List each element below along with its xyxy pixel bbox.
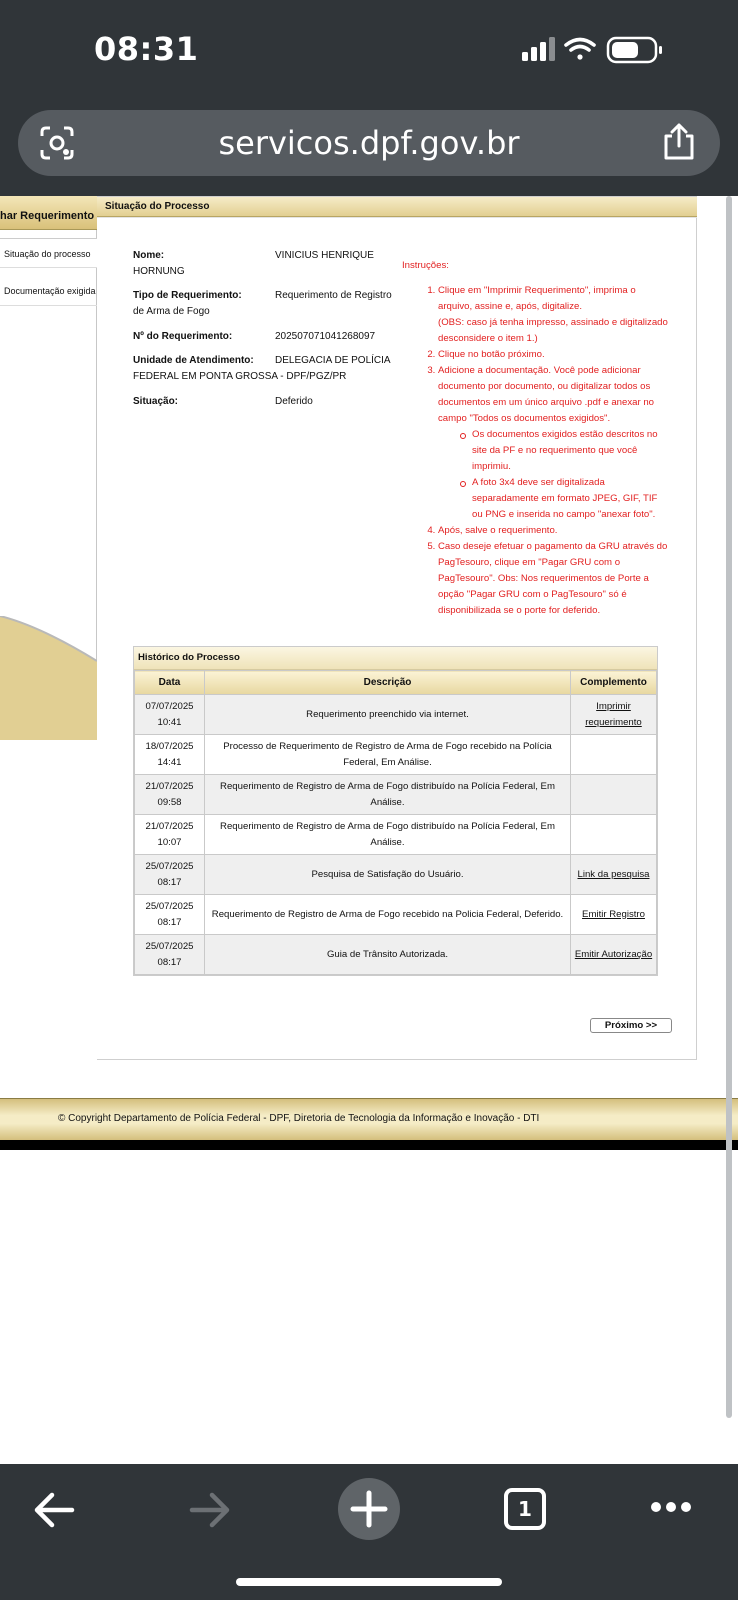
instructions: Instruções: Clique em "Imprimir Requerim… xyxy=(402,258,670,619)
home-indicator xyxy=(236,1578,502,1586)
link-da-pesquisa[interactable]: Link da pesquisa xyxy=(570,854,657,895)
row-complement xyxy=(570,814,657,855)
row-description: Requerimento preenchido via internet. xyxy=(204,694,571,735)
main-header: Situação do Processo xyxy=(97,197,697,217)
share-icon[interactable] xyxy=(660,122,698,162)
nome-label: Nome: xyxy=(133,250,165,261)
sidebar-item-documentacao[interactable]: Documentação exigida xyxy=(0,276,97,306)
unidade-value-cont: FEDERAL EM PONTA GROSSA - DPF/PGZ/PR xyxy=(133,371,347,382)
row-complement xyxy=(570,734,657,775)
row-description: Requerimento de Registro de Arma de Fogo… xyxy=(204,774,571,815)
numero-value: 202507071041268097 xyxy=(275,331,376,342)
sidebar-item-situacao[interactable]: Situação do processo xyxy=(0,238,97,268)
situacao-value: Deferido xyxy=(275,396,313,407)
page-end-bar xyxy=(0,1140,738,1150)
instruction-step: Adicione a documentação. Você pode adici… xyxy=(438,363,670,523)
table-row: 25/07/2025 08:17 Requerimento de Registr… xyxy=(134,894,657,935)
status-time: 08:31 xyxy=(94,30,199,68)
sidebar-decoration xyxy=(0,616,97,740)
footer-copyright: © Copyright Departamento de Polícia Fede… xyxy=(58,1113,540,1124)
situacao-label: Situação: xyxy=(133,396,179,407)
table-row: 07/07/2025 10:41 Requerimento preenchido… xyxy=(134,694,657,735)
row-description: Requerimento de Registro de Arma de Fogo… xyxy=(204,894,571,935)
wifi-icon xyxy=(564,37,596,60)
row-date: 21/07/2025 10:07 xyxy=(134,814,205,855)
row-date: 18/07/2025 14:41 xyxy=(134,734,205,775)
row-description: Requerimento de Registro de Arma de Fogo… xyxy=(204,814,571,855)
instructions-title: Instruções: xyxy=(402,260,449,271)
row-date: 25/07/2025 08:17 xyxy=(134,934,205,975)
col-header-description: Descrição xyxy=(204,670,571,695)
table-row: 25/07/2025 08:17 Pesquisa de Satisfação … xyxy=(134,854,657,895)
tipo-value-cont: de Arma de Fogo xyxy=(133,306,210,317)
back-arrow-icon[interactable] xyxy=(32,1490,76,1530)
instructions-list: Clique em "Imprimir Requerimento", impri… xyxy=(402,283,670,619)
instruction-substep: Os documentos exigidos estão descritos n… xyxy=(460,427,670,475)
browser-bottom-toolbar: 1 xyxy=(0,1464,738,1600)
table-row: 21/07/2025 10:07 Requerimento de Registr… xyxy=(134,814,657,855)
col-header-date: Data xyxy=(134,670,205,695)
row-description: Guia de Trânsito Autorizada. xyxy=(204,934,571,975)
instruction-sublist: Os documentos exigidos estão descritos n… xyxy=(438,427,670,523)
signal-icon xyxy=(522,37,555,61)
instruction-step: Após, salve o requerimento. xyxy=(438,523,670,539)
instruction-step: Clique em "Imprimir Requerimento", impri… xyxy=(438,283,670,347)
address-bar[interactable]: servicos.dpf.gov.br xyxy=(18,110,720,176)
scrollbar[interactable] xyxy=(726,196,732,1418)
nome-value-cont: HORNUNG xyxy=(133,266,185,277)
main-content: Nome: VINICIUS HENRIQUE HORNUNG Tipo de … xyxy=(97,217,697,1061)
more-options-icon[interactable] xyxy=(650,1500,692,1514)
row-date: 25/07/2025 08:17 xyxy=(134,894,205,935)
battery-icon xyxy=(606,36,662,64)
plus-icon xyxy=(350,1490,388,1528)
col-header-complement: Complemento xyxy=(570,670,657,695)
tab-switcher-button[interactable]: 1 xyxy=(504,1488,546,1530)
imprimir-requerimento-link[interactable]: Imprimir requerimento xyxy=(570,694,657,735)
history-table: Histórico do Processo Data Descrição Com… xyxy=(133,646,658,976)
table-row: 25/07/2025 08:17 Guia de Trânsito Autori… xyxy=(134,934,657,975)
row-date: 21/07/2025 09:58 xyxy=(134,774,205,815)
instruction-step: Caso deseje efetuar o pagamento da GRU a… xyxy=(438,539,670,619)
emitir-autorizacao-link[interactable]: Emitir Autorização xyxy=(570,934,657,975)
sidebar: har Requerimento Situação do processo Do… xyxy=(0,196,97,740)
webpage: har Requerimento Situação do processo Do… xyxy=(0,196,738,1151)
browser-top-chrome: 08:31 servicos.dpf.gov.br xyxy=(0,0,738,196)
row-date: 07/07/2025 10:41 xyxy=(134,694,205,735)
new-tab-button[interactable] xyxy=(338,1478,400,1540)
sidebar-header: har Requerimento xyxy=(0,196,97,230)
row-description: Processo de Requerimento de Registro de … xyxy=(204,734,571,775)
footer: © Copyright Departamento de Polícia Fede… xyxy=(0,1098,738,1140)
emitir-registro-link[interactable]: Emitir Registro xyxy=(570,894,657,935)
status-icons xyxy=(522,36,662,64)
forward-arrow-icon[interactable] xyxy=(188,1490,232,1530)
row-date: 25/07/2025 08:17 xyxy=(134,854,205,895)
numero-label: Nº do Requerimento: xyxy=(133,331,233,342)
main-panel: Situação do Processo Nome: VINICIUS HENR… xyxy=(97,196,697,1060)
tipo-label: Tipo de Requerimento: xyxy=(133,290,242,301)
unidade-label: Unidade de Atendimento: xyxy=(133,355,254,366)
history-title: Histórico do Processo xyxy=(134,647,657,670)
row-description: Pesquisa de Satisfação do Usuário. xyxy=(204,854,571,895)
url-text[interactable]: servicos.dpf.gov.br xyxy=(18,124,720,162)
instruction-step: Clique no botão próximo. xyxy=(438,347,670,363)
tipo-value: Requerimento de Registro xyxy=(275,290,392,301)
row-complement xyxy=(570,774,657,815)
instruction-substep: A foto 3x4 deve ser digitalizada separad… xyxy=(460,475,670,523)
unidade-value: DELEGACIA DE POLÍCIA xyxy=(275,355,391,366)
table-row: 21/07/2025 09:58 Requerimento de Registr… xyxy=(134,774,657,815)
nome-value: VINICIUS HENRIQUE xyxy=(275,250,374,261)
table-row: 18/07/2025 14:41 Processo de Requeriment… xyxy=(134,734,657,775)
next-button[interactable]: Próximo >> xyxy=(590,1018,672,1033)
